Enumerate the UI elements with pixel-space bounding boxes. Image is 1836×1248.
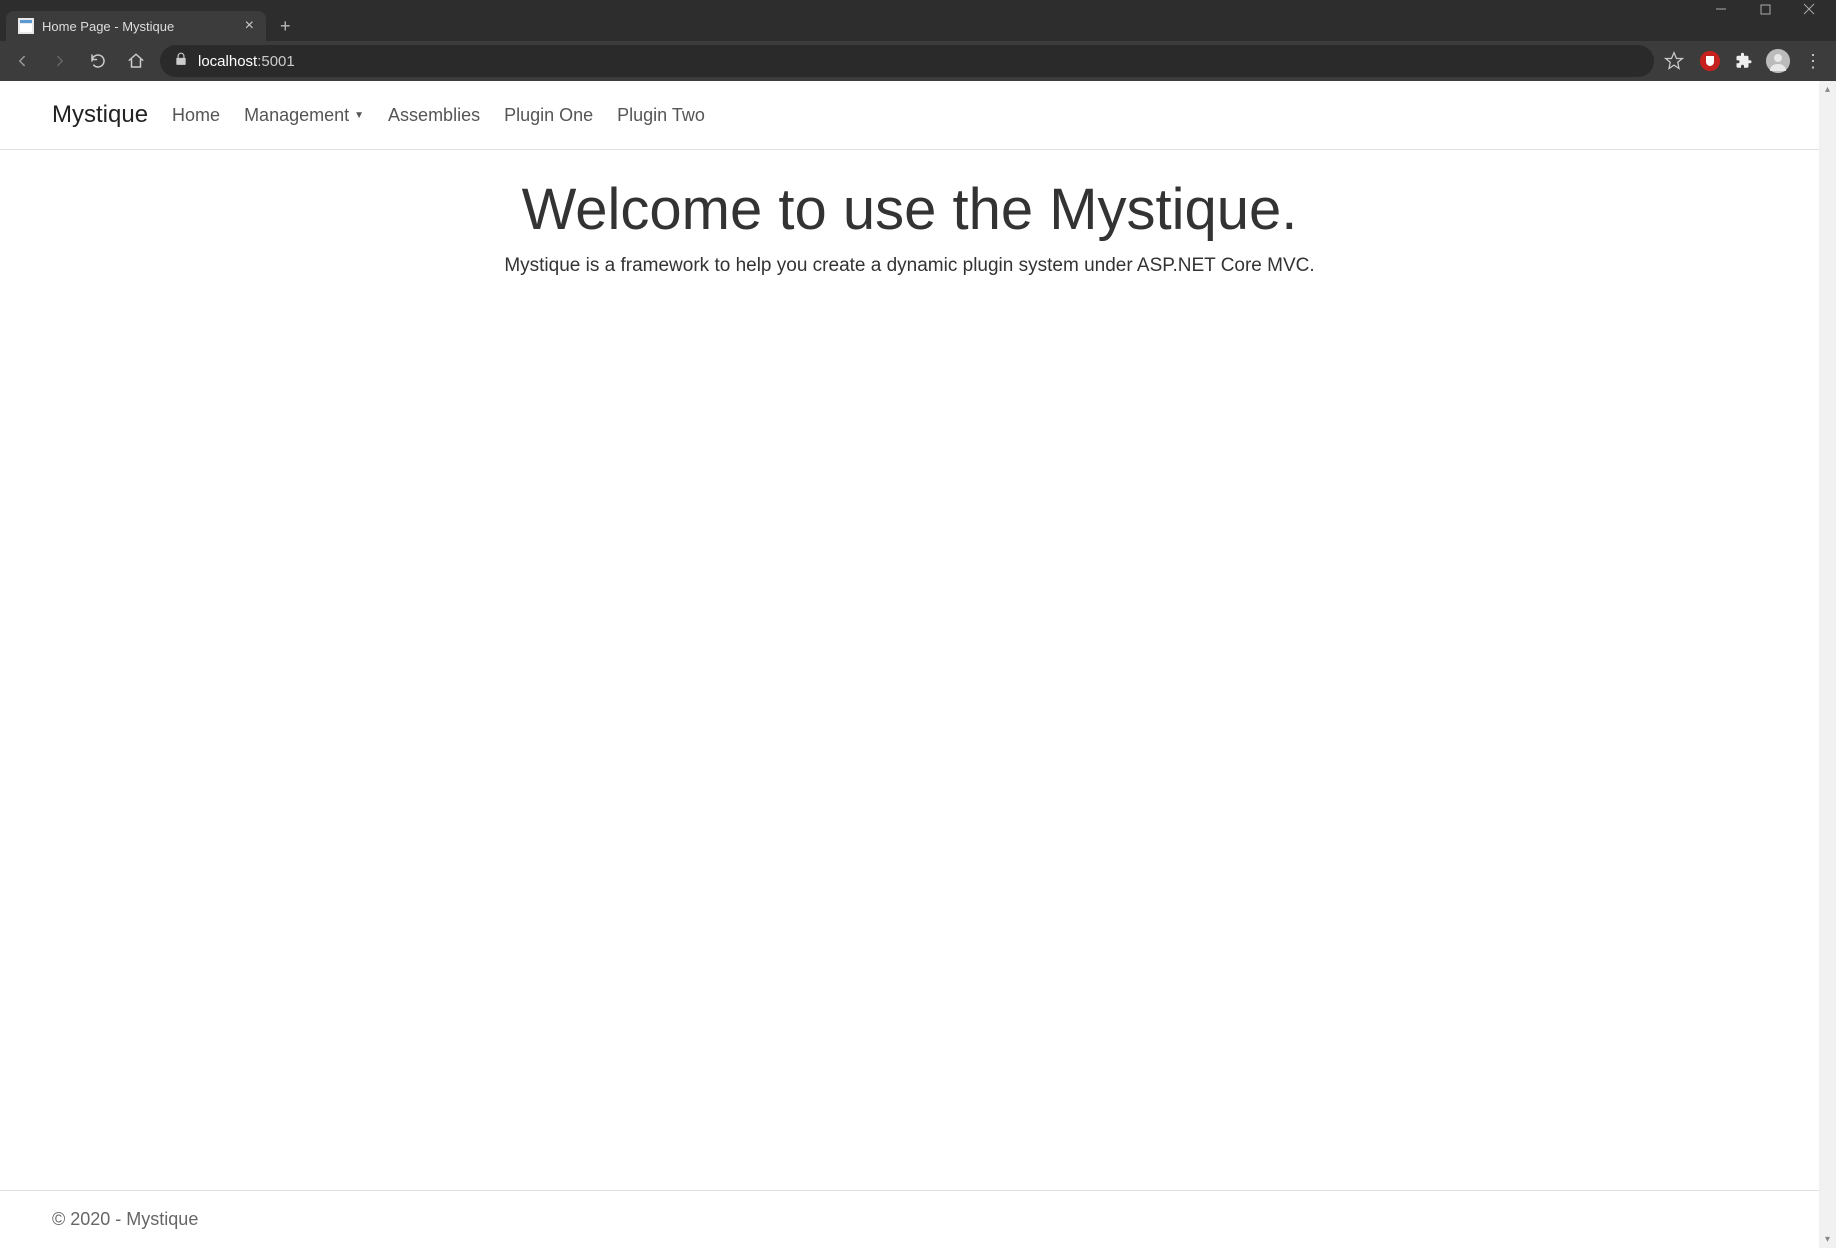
browser-chrome: Home Page - Mystique × + localhost:5001 xyxy=(0,0,1836,81)
address-bar[interactable]: localhost:5001 xyxy=(160,45,1654,77)
page-headline: Welcome to use the Mystique. xyxy=(0,176,1819,243)
tab-title: Home Page - Mystique xyxy=(42,19,237,34)
browser-toolbar: localhost:5001 ⋮ xyxy=(0,41,1836,81)
lock-icon xyxy=(174,52,188,71)
extensions-area: ⋮ xyxy=(1694,51,1828,71)
extensions-puzzle-icon[interactable] xyxy=(1734,51,1754,71)
bookmark-star-icon[interactable] xyxy=(1664,51,1684,71)
url-display: localhost:5001 xyxy=(198,53,295,70)
page-subhead: Mystique is a framework to help you crea… xyxy=(0,255,1819,277)
window-title-bar xyxy=(0,0,1836,11)
scroll-up-arrow-icon[interactable]: ▴ xyxy=(1819,81,1836,98)
window-close-button[interactable] xyxy=(1802,2,1816,16)
home-button[interactable] xyxy=(122,47,150,75)
page-favicon-icon xyxy=(18,18,34,34)
browser-menu-icon[interactable]: ⋮ xyxy=(1802,51,1822,71)
window-maximize-button[interactable] xyxy=(1758,2,1772,16)
footer-text: © 2020 - Mystique xyxy=(52,1209,198,1229)
profile-avatar-icon[interactable] xyxy=(1768,51,1788,71)
nav-link-home[interactable]: Home xyxy=(172,105,220,126)
site-footer: © 2020 - Mystique xyxy=(0,1190,1819,1248)
window-minimize-button[interactable] xyxy=(1714,2,1728,16)
brand-logo[interactable]: Mystique xyxy=(52,101,148,129)
site-navbar: Mystique Home Management ▼ Assemblies Pl… xyxy=(0,81,1819,150)
ublock-extension-icon[interactable] xyxy=(1700,51,1720,71)
reload-button[interactable] xyxy=(84,47,112,75)
chevron-down-icon: ▼ xyxy=(354,110,364,121)
browser-tab[interactable]: Home Page - Mystique × xyxy=(6,11,266,41)
main-content: Welcome to use the Mystique. Mystique is… xyxy=(0,150,1819,1190)
page-viewport: Mystique Home Management ▼ Assemblies Pl… xyxy=(0,81,1836,1248)
forward-button[interactable] xyxy=(46,47,74,75)
scroll-down-arrow-icon[interactable]: ▾ xyxy=(1819,1231,1836,1248)
tab-strip: Home Page - Mystique × + xyxy=(0,11,1836,41)
nav-link-assemblies[interactable]: Assemblies xyxy=(388,105,480,126)
scroll-track[interactable] xyxy=(1819,98,1836,1231)
vertical-scrollbar[interactable]: ▴ ▾ xyxy=(1819,81,1836,1248)
tab-close-icon[interactable]: × xyxy=(245,18,254,34)
back-button[interactable] xyxy=(8,47,36,75)
nav-link-plugin-one[interactable]: Plugin One xyxy=(504,105,593,126)
new-tab-button[interactable]: + xyxy=(280,17,291,35)
nav-link-plugin-two[interactable]: Plugin Two xyxy=(617,105,705,126)
nav-link-management[interactable]: Management ▼ xyxy=(244,105,364,126)
